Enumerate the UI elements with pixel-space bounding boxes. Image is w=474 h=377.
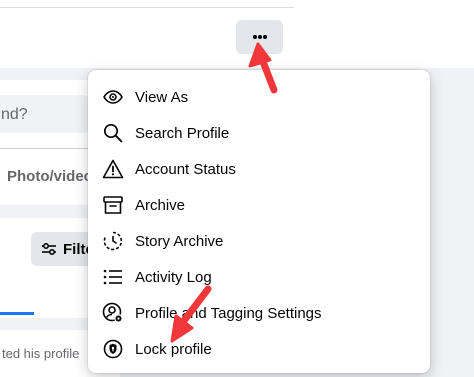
menu-item-story-archive[interactable]: Story Archive xyxy=(88,223,430,259)
eye-icon xyxy=(102,86,124,108)
archive-icon xyxy=(102,194,124,216)
more-options-button[interactable] xyxy=(236,20,283,54)
story-archive-icon xyxy=(102,230,124,252)
menu-item-label: Story Archive xyxy=(135,232,224,250)
menu-item-label: Profile and Tagging Settings xyxy=(135,304,322,322)
composer-placeholder: nd? xyxy=(1,106,28,123)
lock-shield-icon xyxy=(102,338,124,360)
menu-item-account-status[interactable]: Account Status xyxy=(88,151,430,187)
menu-item-search-profile[interactable]: Search Profile xyxy=(88,115,430,151)
header-divider xyxy=(0,7,294,8)
menu-item-label: Search Profile xyxy=(135,124,230,142)
photo-video-button[interactable]: Photo/video xyxy=(7,168,93,185)
menu-item-label: Account Status xyxy=(135,160,236,178)
filters-icon xyxy=(42,242,56,256)
warning-icon xyxy=(102,158,124,180)
menu-item-archive[interactable]: Archive xyxy=(88,187,430,223)
search-icon xyxy=(102,122,124,144)
menu-item-profile-tagging-settings[interactable]: Profile and Tagging Settings xyxy=(88,295,430,331)
active-tab-indicator xyxy=(0,312,34,315)
activity-text: ted his profile xyxy=(2,346,80,361)
more-dots-icon xyxy=(252,35,267,39)
menu-item-activity-log[interactable]: Activity Log xyxy=(88,259,430,295)
menu-item-label: View As xyxy=(135,88,189,106)
profile-settings-icon xyxy=(102,302,124,324)
menu-item-label: Activity Log xyxy=(135,268,212,286)
menu-item-view-as[interactable]: View As xyxy=(88,79,430,115)
menu-item-label: Archive xyxy=(135,196,186,214)
profile-header xyxy=(0,0,474,68)
facebook-profile-page: nd? Photo/video Filte ted his profile Vi… xyxy=(0,0,474,377)
activity-list-icon xyxy=(102,266,124,288)
profile-options-menu: View As Search Profile Account Status Ar… xyxy=(88,70,430,373)
menu-item-label: Lock profile xyxy=(135,340,212,358)
menu-item-lock-profile[interactable]: Lock profile xyxy=(88,331,430,367)
